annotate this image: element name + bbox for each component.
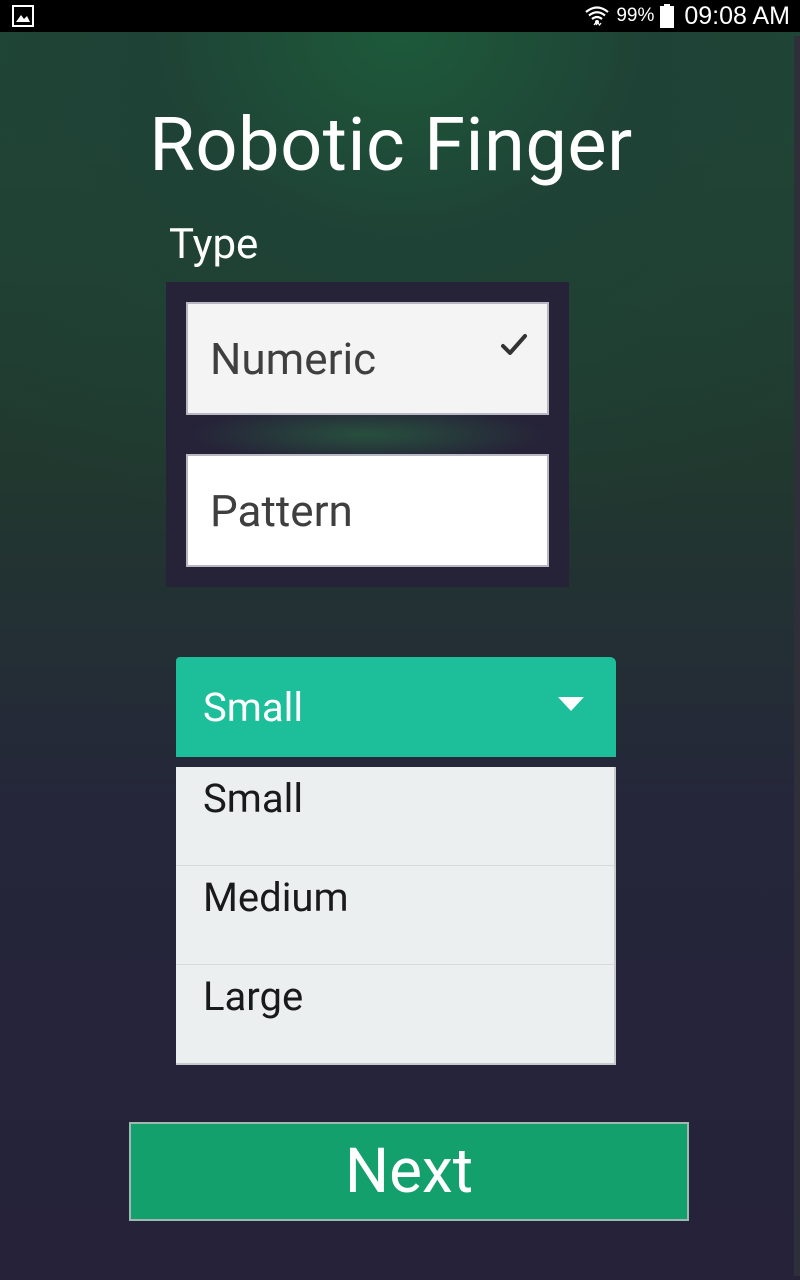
- status-bar: 99% 09:08 AM: [0, 0, 800, 32]
- size-select[interactable]: Small: [176, 657, 616, 757]
- wifi-icon: [585, 6, 610, 26]
- type-option-numeric[interactable]: Numeric: [186, 302, 549, 415]
- dropdown-item-small[interactable]: Small: [176, 767, 614, 866]
- caret-down-icon: [558, 697, 584, 711]
- scrollbar-track: [794, 36, 800, 1276]
- type-option-pattern-label: Pattern: [210, 484, 353, 537]
- app-background: [0, 32, 800, 1280]
- dropdown-item-large[interactable]: Large: [176, 965, 614, 1064]
- type-label: Type: [169, 220, 259, 269]
- check-icon: [501, 334, 527, 355]
- dropdown-item-medium[interactable]: Medium: [176, 866, 614, 965]
- type-option-pattern[interactable]: Pattern: [186, 454, 549, 567]
- size-select-value: Small: [203, 683, 304, 731]
- next-button[interactable]: Next: [129, 1122, 689, 1221]
- battery-icon: [660, 4, 675, 28]
- gallery-icon: [12, 5, 34, 27]
- option-divider: [186, 415, 549, 454]
- status-right-group: 99% 09:08 AM: [584, 0, 790, 32]
- type-option-group: Numeric Pattern: [166, 282, 569, 587]
- page-title: Robotic Finger: [149, 102, 633, 189]
- status-clock: 09:08 AM: [684, 1, 790, 30]
- type-option-numeric-label: Numeric: [210, 332, 377, 385]
- size-dropdown-list: Small Medium Large: [176, 767, 616, 1065]
- battery-percent: 99%: [616, 5, 655, 26]
